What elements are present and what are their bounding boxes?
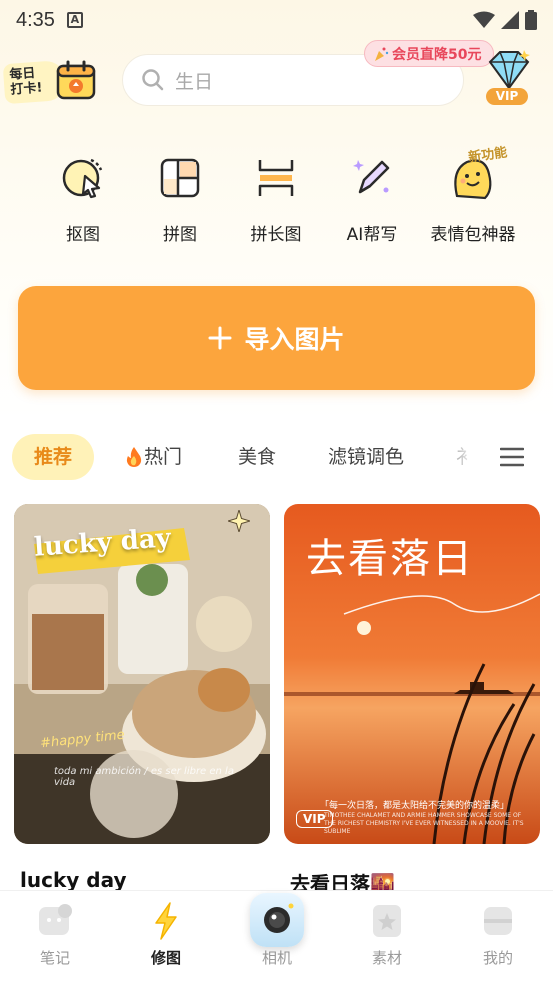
diamond-icon (488, 50, 530, 90)
overlay-small-text: TIMOTHEE CHALAMET AND ARMIE HAMMER SHOWC… (324, 812, 524, 835)
card-image-lucky-day: lucky day #happy time toda mi ambición /… (14, 504, 270, 844)
party-popper-icon (375, 47, 389, 61)
overlay-title: 去看落日 (306, 536, 474, 582)
tool-cutout[interactable]: 抠图 (33, 150, 133, 245)
vip-tag: VIP (486, 88, 528, 105)
promo-text: 会员直降50元 (392, 46, 482, 63)
status-bar: 4:35 A (0, 0, 553, 40)
search-placeholder: 生日 (175, 70, 214, 93)
tool-cutout-label: 抠图 (66, 225, 100, 245)
nav-materials[interactable]: 素材 (342, 901, 432, 968)
menu-icon[interactable] (500, 446, 524, 468)
nav-edit[interactable]: 修图 (121, 901, 211, 968)
tab-food[interactable]: 美食 (238, 434, 276, 480)
profile-icon (484, 907, 512, 935)
nav-profile[interactable]: 我的 (453, 901, 543, 968)
overlay-caption: 「每一次日落，都是太阳给不完美的你的温柔」 (320, 801, 510, 811)
long-image-icon (258, 160, 294, 196)
sparkle-icon (228, 510, 250, 532)
plus-icon (208, 326, 232, 350)
fire-icon (126, 447, 142, 467)
tool-long-image[interactable]: 拼长图 (226, 150, 326, 245)
card-image-sunset: 去看落日 「每一次日落，都是太阳给不完美的你的温柔」 TIMOTHEE CHAL… (284, 504, 540, 844)
nav-notes-label: 笔记 (39, 949, 70, 967)
vip-button[interactable]: VIP (484, 50, 534, 108)
camera-button (250, 893, 304, 947)
nav-camera-label: 相机 (261, 949, 292, 967)
nav-camera[interactable]: 相机 (232, 893, 322, 968)
tab-filter[interactable]: 滤镜调色 (328, 434, 404, 480)
status-time: 4:35 (16, 8, 55, 31)
import-image-label: 导入图片 (244, 325, 345, 354)
tab-fade (430, 434, 486, 480)
tab-hot-label: 热门 (144, 446, 183, 468)
import-image-button[interactable]: 导入图片 (18, 286, 535, 390)
tool-ai-write-label: AI帮写 (346, 225, 398, 245)
category-tabs: 推荐 热门 美食 滤镜调色 衤 (0, 434, 553, 482)
star-icon (373, 905, 401, 937)
overlay-text: toda mi ambición / es ser libre en la vi… (54, 766, 234, 788)
search-icon (142, 69, 164, 91)
cutout-icon (62, 158, 103, 199)
status-icons (473, 10, 537, 30)
vip-badge: VIP (296, 810, 333, 828)
card-title: lucky day (20, 868, 127, 892)
new-feature-tag: 新功能 (467, 145, 509, 166)
tool-emoji-maker-label: 表情包神器 (430, 225, 516, 245)
tool-collage[interactable]: 拼图 (130, 150, 230, 245)
template-card-lucky-day[interactable]: lucky day #happy time toda mi ambición /… (14, 504, 270, 892)
promo-badge[interactable]: 会员直降50元 (364, 40, 495, 67)
tab-recommended[interactable]: 推荐 (12, 434, 94, 480)
tab-hot[interactable]: 热门 (124, 434, 182, 480)
bottom-nav: 笔记 修图 相机 素材 我的 (0, 890, 553, 984)
note-icon (39, 904, 72, 935)
signal-icon (501, 11, 519, 29)
template-card-sunset[interactable]: 去看落日 「每一次日落，都是太阳给不完美的你的温柔」 TIMOTHEE CHAL… (284, 504, 540, 897)
camera-icon (264, 903, 294, 933)
wifi-icon (473, 11, 495, 28)
nav-edit-label: 修图 (150, 949, 181, 967)
nav-profile-label: 我的 (482, 949, 513, 967)
battery-icon (525, 10, 537, 30)
calendar-icon (56, 60, 96, 100)
tool-emoji-maker[interactable]: 新功能 表情包神器 (418, 145, 528, 245)
tool-collage-label: 拼图 (163, 225, 197, 245)
nav-materials-label: 素材 (371, 949, 402, 967)
tool-row: 抠图 拼图 拼长图 AI帮写 新功能 表情包神器 (0, 145, 553, 250)
ai-pen-icon (353, 160, 390, 194)
lightning-icon (155, 902, 177, 940)
collage-icon (160, 158, 200, 198)
daily-checkin-button[interactable]: 每日 打卡! (2, 56, 100, 106)
notification-icon: A (66, 12, 83, 28)
nav-notes[interactable]: 笔记 (10, 901, 100, 968)
tool-ai-write[interactable]: AI帮写 (322, 150, 422, 245)
tool-long-image-label: 拼长图 (250, 225, 302, 245)
